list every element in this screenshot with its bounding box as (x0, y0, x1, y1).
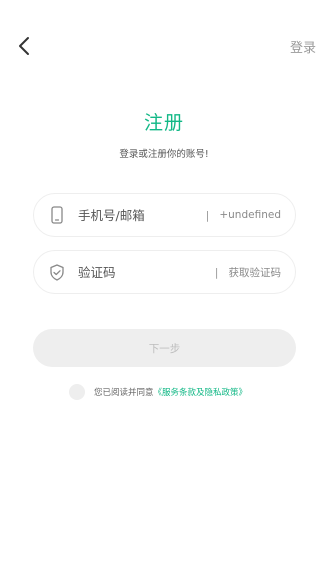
field-separator: | (214, 265, 219, 279)
terms-privacy-link[interactable]: 《服务条款及隐私政策》 (154, 386, 248, 398)
phone-email-field: | +undefined (33, 193, 296, 237)
phone-icon (48, 206, 66, 224)
chevron-left-icon (19, 37, 29, 55)
country-code-suffix[interactable]: +undefined (219, 209, 281, 221)
verification-code-input[interactable] (78, 264, 215, 280)
agreement-text: 您已阅读并同意 (94, 388, 154, 398)
login-link[interactable]: 登录 (290, 37, 316, 56)
get-code-button[interactable]: 获取验证码 (229, 265, 282, 280)
phone-email-input[interactable] (78, 207, 206, 223)
page-title: 注册 (143, 112, 184, 134)
field-separator: | (205, 208, 210, 222)
agreement-row: 您已阅读并同意 《服务条款及隐私政策》 (69, 383, 247, 401)
next-button[interactable]: 下一步 (33, 329, 296, 367)
register-page: 登录 注册 登录或注册你的账号! | +undefined | 获取验证码 下一… (0, 0, 328, 584)
agreement-checkbox[interactable] (69, 384, 85, 400)
verification-code-field: | 获取验证码 (33, 250, 296, 294)
page-subtitle: 登录或注册你的账号! (119, 149, 209, 160)
shield-icon (48, 263, 66, 281)
back-button[interactable] (12, 34, 36, 58)
